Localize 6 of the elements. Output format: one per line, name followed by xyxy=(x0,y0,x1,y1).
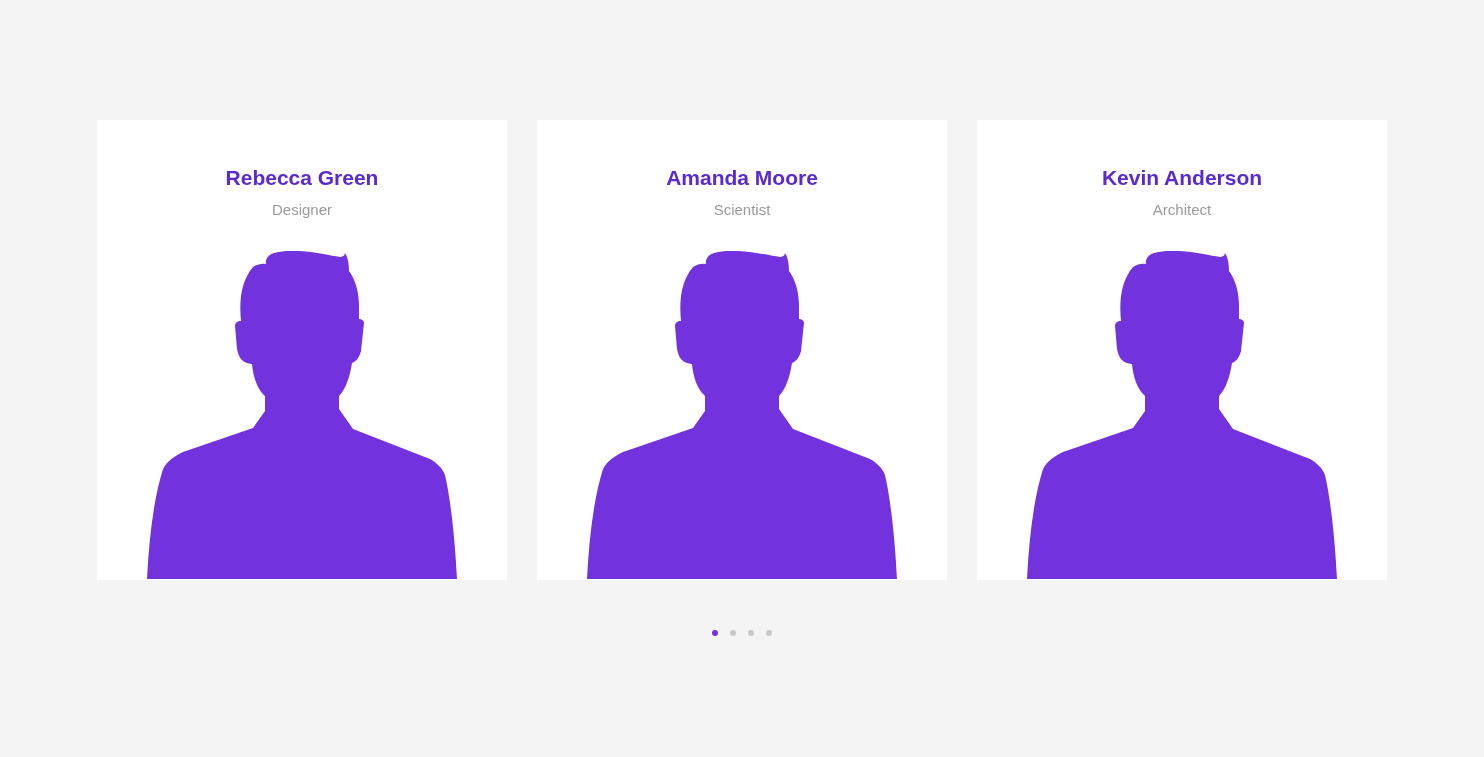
member-name: Amanda Moore xyxy=(666,165,818,191)
member-role: Architect xyxy=(1152,200,1212,220)
member-name: Kevin Anderson xyxy=(1101,165,1263,191)
member-role: Designer xyxy=(272,200,332,220)
member-role: Scientist xyxy=(713,200,771,220)
member-name: Rebecca Green xyxy=(225,165,379,191)
